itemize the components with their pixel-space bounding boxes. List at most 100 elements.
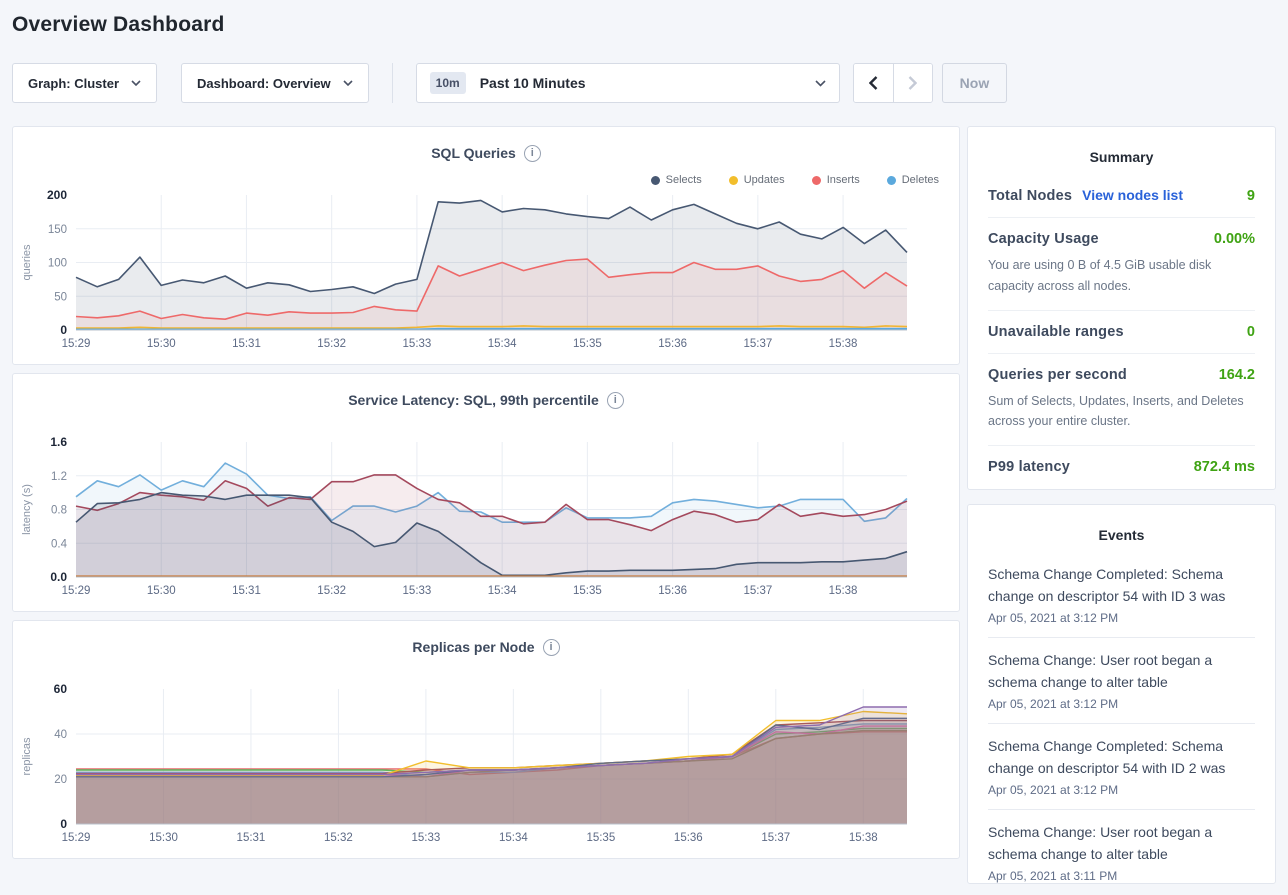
summary-note: You are using 0 B of 4.5 GiB usable disk… bbox=[988, 255, 1255, 297]
legend-label: Deletes bbox=[902, 174, 939, 186]
summary-panel: Summary Total NodesView nodes list9Capac… bbox=[967, 126, 1276, 490]
graph-dropdown[interactable]: Graph: Cluster bbox=[12, 63, 157, 103]
chart-legend: Selects Updates Inserts Deletes bbox=[651, 174, 939, 186]
sql-queries-chart[interactable]: 05010015020015:2915:3015:3115:3215:3315:… bbox=[14, 187, 958, 362]
legend-dot bbox=[812, 176, 821, 185]
svg-text:15:29: 15:29 bbox=[62, 585, 91, 597]
svg-text:0.0: 0.0 bbox=[50, 570, 67, 584]
toolbar-divider bbox=[392, 63, 393, 103]
svg-text:latency (s): latency (s) bbox=[21, 484, 33, 535]
svg-text:1.6: 1.6 bbox=[50, 435, 67, 449]
time-range-label: Past 10 Minutes bbox=[480, 75, 801, 91]
service-latency-chart[interactable]: 0.00.40.81.21.615:2915:3015:3115:3215:33… bbox=[14, 434, 958, 609]
svg-text:15:34: 15:34 bbox=[488, 585, 517, 597]
legend-item-inserts[interactable]: Inserts bbox=[812, 174, 860, 186]
summary-rows: Total NodesView nodes list9Capacity Usag… bbox=[988, 174, 1255, 488]
info-icon[interactable]: i bbox=[543, 639, 560, 656]
event-message: Schema Change: User root began a schema … bbox=[988, 821, 1255, 865]
svg-text:15:33: 15:33 bbox=[412, 832, 441, 844]
svg-text:15:33: 15:33 bbox=[403, 338, 432, 350]
svg-text:15:30: 15:30 bbox=[147, 585, 176, 597]
summary-title: Summary bbox=[988, 149, 1255, 165]
svg-text:15:33: 15:33 bbox=[403, 585, 432, 597]
chevron-left-icon bbox=[869, 76, 878, 90]
svg-text:20: 20 bbox=[54, 774, 67, 786]
svg-text:15:29: 15:29 bbox=[62, 338, 91, 350]
svg-text:0.8: 0.8 bbox=[51, 505, 67, 517]
svg-text:15:32: 15:32 bbox=[324, 832, 353, 844]
svg-text:replicas: replicas bbox=[21, 737, 33, 775]
legend-label: Selects bbox=[666, 174, 702, 186]
svg-text:15:32: 15:32 bbox=[317, 585, 346, 597]
time-range-badge: 10m bbox=[430, 72, 466, 94]
svg-text:15:38: 15:38 bbox=[829, 338, 858, 350]
sidebar: Summary Total NodesView nodes list9Capac… bbox=[967, 126, 1276, 884]
event-item: Schema Change: User root began a schema … bbox=[988, 638, 1255, 724]
time-next-button[interactable] bbox=[893, 64, 932, 102]
dashboard-dropdown-label: Dashboard: Overview bbox=[197, 76, 331, 91]
charts-column: SQL Queries i Selects Updates Inserts Delet… bbox=[12, 126, 960, 859]
time-range-picker[interactable]: 10m Past 10 Minutes bbox=[416, 63, 840, 103]
dashboard-dropdown[interactable]: Dashboard: Overview bbox=[181, 63, 369, 103]
events-list: Schema Change Completed: Schema change o… bbox=[988, 552, 1255, 895]
replicas-per-node-chart[interactable]: 020406015:2915:3015:3115:3215:3315:3415:… bbox=[14, 681, 958, 856]
legend-dot bbox=[651, 176, 660, 185]
svg-text:15:36: 15:36 bbox=[674, 832, 703, 844]
svg-text:15:38: 15:38 bbox=[829, 585, 858, 597]
chart-title: SQL Queries bbox=[431, 145, 516, 161]
summary-label: Capacity Usage bbox=[988, 231, 1099, 247]
info-icon[interactable]: i bbox=[524, 145, 541, 162]
svg-text:15:35: 15:35 bbox=[573, 585, 602, 597]
legend-item-selects[interactable]: Selects bbox=[651, 174, 702, 186]
event-timestamp: Apr 05, 2021 at 3:11 PM bbox=[988, 869, 1255, 883]
svg-text:15:36: 15:36 bbox=[658, 338, 687, 350]
svg-text:15:37: 15:37 bbox=[743, 338, 772, 350]
svg-text:queries: queries bbox=[21, 244, 33, 281]
svg-text:100: 100 bbox=[48, 258, 67, 270]
legend-item-updates[interactable]: Updates bbox=[729, 174, 785, 186]
svg-text:15:31: 15:31 bbox=[237, 832, 266, 844]
chart-title: Replicas per Node bbox=[412, 639, 534, 655]
summary-label: P99 latency bbox=[988, 459, 1070, 475]
svg-text:15:38: 15:38 bbox=[849, 832, 878, 844]
legend-dot bbox=[729, 176, 738, 185]
info-icon[interactable]: i bbox=[607, 392, 624, 409]
service-latency-panel: Service Latency: SQL, 99th percentile i … bbox=[12, 373, 960, 612]
dashboard-content: SQL Queries i Selects Updates Inserts Delet… bbox=[12, 126, 1276, 884]
legend-item-deletes[interactable]: Deletes bbox=[887, 174, 939, 186]
chart-title: Service Latency: SQL, 99th percentile bbox=[348, 392, 599, 408]
event-message: Schema Change Completed: Schema change o… bbox=[988, 735, 1255, 779]
event-item: Schema Change Completed: Schema change o… bbox=[988, 552, 1255, 638]
svg-text:15:31: 15:31 bbox=[232, 585, 261, 597]
legend-label: Inserts bbox=[827, 174, 860, 186]
svg-text:15:35: 15:35 bbox=[573, 338, 602, 350]
svg-text:15:29: 15:29 bbox=[62, 832, 91, 844]
summary-value: 9 bbox=[1247, 188, 1255, 204]
svg-text:15:37: 15:37 bbox=[743, 585, 772, 597]
toolbar: Graph: Cluster Dashboard: Overview 10m P… bbox=[12, 63, 1276, 103]
now-button[interactable]: Now bbox=[942, 63, 1008, 103]
summary-row-p99-latency: P99 latency872.4 ms bbox=[988, 446, 1255, 488]
event-message: Schema Change: User root began a schema … bbox=[988, 649, 1255, 693]
chevron-down-icon bbox=[131, 80, 141, 86]
svg-text:150: 150 bbox=[48, 224, 67, 236]
summary-value: 0.00% bbox=[1214, 231, 1255, 247]
summary-label: Queries per second bbox=[988, 367, 1127, 383]
summary-row-total-nodes: Total NodesView nodes list9 bbox=[988, 174, 1255, 218]
events-panel: Events Schema Change Completed: Schema c… bbox=[967, 504, 1276, 884]
svg-text:15:30: 15:30 bbox=[147, 338, 176, 350]
summary-value: 164.2 bbox=[1219, 367, 1255, 383]
svg-text:1.2: 1.2 bbox=[51, 471, 67, 483]
time-prev-button[interactable] bbox=[854, 64, 893, 102]
svg-text:15:35: 15:35 bbox=[586, 832, 615, 844]
svg-text:15:37: 15:37 bbox=[761, 832, 790, 844]
svg-text:60: 60 bbox=[54, 682, 68, 696]
legend-label: Updates bbox=[744, 174, 785, 186]
svg-text:50: 50 bbox=[54, 291, 67, 303]
events-title: Events bbox=[988, 527, 1255, 543]
time-pager bbox=[853, 63, 933, 103]
view-nodes-list-link[interactable]: View nodes list bbox=[1082, 187, 1183, 203]
graph-dropdown-label: Graph: Cluster bbox=[28, 76, 119, 91]
legend-dot bbox=[887, 176, 896, 185]
summary-label: Unavailable ranges bbox=[988, 324, 1124, 340]
